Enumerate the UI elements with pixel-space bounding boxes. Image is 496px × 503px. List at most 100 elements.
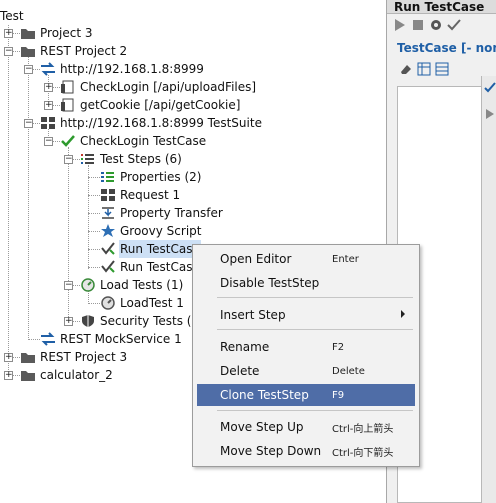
menu-separator bbox=[217, 329, 413, 330]
checkmark-icon[interactable] bbox=[484, 82, 496, 97]
tree-item-label: http://192.168.1.8:8999 bbox=[60, 62, 204, 76]
tree-item-label: CheckLogin TestCase bbox=[80, 134, 207, 148]
menu-item-label: Rename bbox=[220, 340, 270, 354]
run-icon[interactable] bbox=[484, 108, 496, 123]
collapse-toggle[interactable]: − bbox=[24, 119, 33, 128]
tree-item-checklogin-testcase[interactable]: CheckLogin TestCase bbox=[60, 132, 207, 150]
submenu-arrow-icon bbox=[401, 310, 405, 318]
tree-item-run-testcase[interactable]: Run TestCase bbox=[100, 258, 201, 276]
folder-icon bbox=[20, 25, 36, 41]
property-transfer-icon bbox=[100, 205, 116, 221]
tree-item-project3[interactable]: Project 3 bbox=[20, 24, 94, 42]
expand-toggle[interactable]: + bbox=[4, 371, 13, 380]
tree-item-testsuite[interactable]: http://192.168.1.8:8999 TestSuite bbox=[40, 114, 263, 132]
collapse-toggle[interactable]: − bbox=[64, 155, 73, 164]
gear-icon[interactable] bbox=[429, 18, 443, 35]
tree-line bbox=[88, 177, 100, 178]
grid-icon[interactable] bbox=[417, 62, 431, 79]
tree-item-calculator2[interactable]: calculator_2 bbox=[20, 366, 114, 384]
menu-item-shortcut: Enter bbox=[332, 253, 359, 265]
tree-line bbox=[88, 231, 100, 232]
checkmark-icon[interactable] bbox=[447, 18, 461, 35]
menu-item-shortcut: Delete bbox=[332, 365, 365, 377]
collapse-toggle[interactable]: − bbox=[64, 281, 73, 290]
properties-icon bbox=[100, 169, 116, 185]
resource-icon bbox=[60, 97, 76, 113]
tree-item-label: Run TestCase bbox=[120, 260, 200, 274]
tree-item-test-steps[interactable]: Test Steps (6) bbox=[80, 150, 183, 168]
tree-item-security-tests[interactable]: Security Tests (1 bbox=[80, 312, 200, 330]
menu-item-move-step-up[interactable]: Move Step Up Ctrl-向上箭头 bbox=[197, 416, 415, 438]
table-icon[interactable] bbox=[435, 62, 449, 79]
menu-item-label: Insert Step bbox=[220, 308, 286, 322]
tree-item-label: Security Tests (1 bbox=[100, 314, 200, 328]
tree-item-groovy-script[interactable]: Groovy Script bbox=[100, 222, 202, 240]
request-grid-icon bbox=[100, 187, 116, 203]
gauge-icon bbox=[80, 277, 96, 293]
menu-item-label: Disable TestStep bbox=[220, 276, 320, 290]
tree-item-label: getCookie [/api/getCookie] bbox=[80, 98, 241, 112]
tree-item-rest-project3[interactable]: REST Project 3 bbox=[20, 348, 128, 366]
run-testcase-icon bbox=[100, 241, 116, 257]
expand-toggle[interactable]: + bbox=[4, 353, 13, 362]
tree-item-label: REST Project 2 bbox=[40, 44, 128, 58]
tree-item-rest-mockservice[interactable]: REST MockService 1 bbox=[40, 330, 183, 348]
tree-item-checklogin-resource[interactable]: CheckLogin [/api/uploadFiles] bbox=[60, 78, 257, 96]
tree-item-label: Run TestCase bbox=[119, 240, 201, 258]
tree-item-label: Properties (2) bbox=[120, 170, 202, 184]
tree-item-getcookie-resource[interactable]: getCookie [/api/getCookie] bbox=[60, 96, 241, 114]
expand-toggle[interactable]: + bbox=[4, 29, 13, 38]
menu-separator bbox=[217, 410, 413, 411]
tree-item-run-testcase-selected[interactable]: Run TestCase bbox=[100, 240, 201, 258]
menu-item-shortcut: F9 bbox=[332, 389, 345, 401]
tree-item-label: REST Project 3 bbox=[40, 350, 128, 364]
menu-item-move-step-down[interactable]: Move Step Down Ctrl-向下箭头 bbox=[197, 440, 415, 462]
menu-item-insert-step[interactable]: Insert Step bbox=[197, 304, 415, 326]
menu-item-disable-teststep[interactable]: Disable TestStep bbox=[197, 272, 415, 294]
collapse-toggle[interactable]: − bbox=[44, 137, 53, 146]
testcase-label[interactable]: TestCase [- none bbox=[397, 41, 496, 55]
swap-arrows-icon bbox=[40, 61, 56, 77]
stop-icon[interactable] bbox=[411, 18, 425, 35]
menu-item-clone-teststep[interactable]: Clone TestStep F9 bbox=[197, 384, 415, 406]
menu-item-open-editor[interactable]: Open Editor Enter bbox=[197, 248, 415, 270]
tree-item-endpoint[interactable]: http://192.168.1.8:8999 bbox=[40, 60, 205, 78]
steps-list-icon bbox=[80, 151, 96, 167]
resource-icon bbox=[60, 79, 76, 95]
eraser-icon[interactable] bbox=[399, 62, 413, 79]
tree-item-label: http://192.168.1.8:8999 TestSuite bbox=[60, 116, 262, 130]
expand-toggle[interactable]: + bbox=[44, 83, 53, 92]
expand-toggle[interactable]: + bbox=[44, 101, 53, 110]
run-icon[interactable] bbox=[393, 18, 407, 35]
tree-item-property-transfer[interactable]: Property Transfer bbox=[100, 204, 224, 222]
menu-item-label: Move Step Up bbox=[220, 420, 304, 434]
tree-line bbox=[88, 213, 100, 214]
tree-item-loadtest1[interactable]: LoadTest 1 bbox=[100, 294, 185, 312]
tree-item-load-tests[interactable]: Load Tests (1) bbox=[80, 276, 184, 294]
tree-line bbox=[88, 165, 89, 269]
tree-line bbox=[28, 339, 40, 340]
star-icon bbox=[100, 223, 116, 239]
tree-item-label: Property Transfer bbox=[120, 206, 223, 220]
menu-item-delete[interactable]: Delete Delete bbox=[197, 360, 415, 382]
tree-line bbox=[88, 195, 100, 196]
menu-item-label: Open Editor bbox=[220, 252, 292, 266]
tree-line bbox=[28, 57, 29, 340]
tree-item-rest-project2[interactable]: REST Project 2 bbox=[20, 42, 128, 60]
expand-toggle[interactable]: + bbox=[64, 317, 73, 326]
tree-line bbox=[68, 147, 69, 323]
collapse-toggle[interactable]: − bbox=[4, 47, 13, 56]
menu-item-shortcut: Ctrl-向上箭头 bbox=[332, 423, 394, 435]
tree-item-properties[interactable]: Properties (2) bbox=[100, 168, 202, 186]
run-testcase-icon bbox=[100, 259, 116, 275]
tree-item-label: REST MockService 1 bbox=[60, 332, 182, 346]
menu-item-rename[interactable]: Rename F2 bbox=[197, 336, 415, 358]
shield-icon bbox=[80, 313, 96, 329]
tree-item-request1[interactable]: Request 1 bbox=[100, 186, 181, 204]
tree-root-label: Test bbox=[0, 9, 24, 23]
tree-item-label: Test Steps (6) bbox=[100, 152, 182, 166]
tree-item-label: LoadTest 1 bbox=[120, 296, 184, 310]
tree-line bbox=[88, 267, 100, 268]
collapse-toggle[interactable]: − bbox=[24, 65, 33, 74]
tree-line bbox=[88, 303, 100, 304]
